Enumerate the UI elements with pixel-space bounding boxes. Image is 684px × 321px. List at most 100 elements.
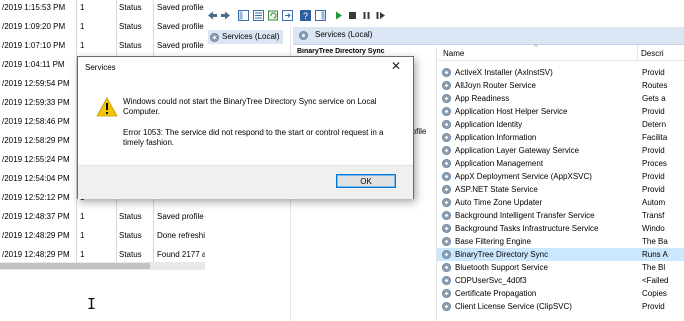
service-gear-icon [442, 146, 451, 155]
service-row[interactable]: Background Intelligent Transfer Service T… [437, 209, 684, 222]
horizontal-scrollbar[interactable] [0, 262, 205, 270]
service-row-selected[interactable]: BinaryTree Directory Sync Runs A [437, 248, 684, 261]
service-description: Routes [642, 81, 668, 90]
services-pane-header: Services (Local) [293, 27, 684, 45]
service-row[interactable]: Background Tasks Infrastructure Service W… [437, 222, 684, 235]
log-type: Status [119, 231, 142, 240]
dialog-error-detail: Error 1053: The service did not respond … [123, 128, 384, 147]
pane-title: Services (Local) [315, 30, 373, 39]
console-tree-icon[interactable] [238, 10, 249, 21]
log-time: /2019 1:09:20 PM [2, 22, 66, 31]
service-name: Client License Service (ClipSVC) [455, 302, 572, 311]
log-time: /2019 12:48:29 PM [2, 250, 70, 259]
tree-item-services-local[interactable]: Services (Local) [208, 30, 284, 44]
log-number: 1 [80, 231, 85, 240]
log-time: /2019 12:59:54 PM [2, 79, 70, 88]
service-row[interactable]: AllJoyn Router Service Routes [437, 79, 684, 92]
service-name: Application Host Helper Service [455, 107, 568, 116]
service-name: Base Filtering Engine [455, 237, 532, 246]
help-icon[interactable]: ? [300, 10, 311, 21]
service-gear-icon [442, 237, 451, 246]
service-description: Proces [642, 159, 667, 168]
service-name: Background Tasks Infrastructure Service [455, 224, 599, 233]
restart-icon[interactable] [375, 10, 386, 21]
service-gear-icon [442, 302, 451, 311]
log-row[interactable]: /2019 12:48:29 PM 1 Status Done refreshi [0, 228, 205, 246]
log-time: /2019 12:48:29 PM [2, 231, 70, 240]
service-row[interactable]: Certificate Propagation Copies [437, 287, 684, 300]
service-row[interactable]: Bluetooth Support Service The Bl [437, 261, 684, 274]
log-time: /2019 12:59:33 PM [2, 98, 70, 107]
service-row[interactable]: CDPUserSvc_4d0f3 <Failed [437, 274, 684, 287]
service-gear-icon [442, 276, 451, 285]
log-number: 1 [80, 22, 85, 31]
close-icon[interactable]: ✕ [387, 59, 405, 73]
service-name: AllJoyn Router Service [455, 81, 536, 90]
service-gear-icon [442, 250, 451, 259]
service-row[interactable]: AppX Deployment Service (AppXSVC) Provid [437, 170, 684, 183]
back-icon[interactable] [207, 10, 218, 21]
column-divider[interactable] [637, 45, 638, 60]
toolbar: ? [205, 5, 684, 27]
warning-icon [96, 97, 118, 117]
dialog-title: Services [85, 63, 116, 72]
service-gear-icon [442, 159, 451, 168]
service-name: Application Information [455, 133, 537, 142]
start-icon[interactable] [333, 10, 344, 21]
log-time: /2019 1:15:53 PM [2, 3, 66, 12]
service-gear-icon [442, 133, 451, 142]
service-description: Gets a [642, 94, 666, 103]
column-header-description[interactable]: Descri [641, 49, 664, 58]
service-name: CDPUserSvc_4d0f3 [455, 276, 527, 285]
service-row[interactable]: ASP.NET State Service Provid [437, 183, 684, 196]
log-number: 1 [80, 250, 85, 259]
service-row[interactable]: Auto Time Zone Updater Autom [437, 196, 684, 209]
column-header-name[interactable]: Name [443, 49, 464, 58]
service-description: Provid [642, 172, 665, 181]
stop-icon[interactable] [347, 10, 358, 21]
service-row[interactable]: Base Filtering Engine The Ba [437, 235, 684, 248]
service-name: ActiveX Installer (AxInstSV) [455, 68, 553, 77]
service-row[interactable]: Application Layer Gateway Service Provid [437, 144, 684, 157]
log-message: Saved profile [157, 22, 204, 31]
service-row[interactable]: Application Information Facilita [437, 131, 684, 144]
service-row[interactable]: Application Identity Detern [437, 118, 684, 131]
service-name: BinaryTree Directory Sync [455, 250, 549, 259]
service-row[interactable]: ActiveX Installer (AxInstSV) Provid [437, 66, 684, 79]
service-row[interactable]: Client License Service (ClipSVC) Provid [437, 300, 684, 313]
service-description: Provid [642, 302, 665, 311]
log-row[interactable]: /2019 1:09:20 PM 1 Status Saved profile [0, 19, 205, 37]
service-description: Runs A [642, 250, 668, 259]
pause-icon[interactable] [361, 10, 372, 21]
log-number: 1 [80, 3, 85, 12]
properties-icon[interactable] [253, 10, 264, 21]
service-gear-icon [442, 94, 451, 103]
log-number: 1 [80, 41, 85, 50]
ok-button[interactable]: OK [336, 174, 396, 188]
log-row[interactable]: /2019 1:07:10 PM 1 Status Saved profile [0, 38, 205, 56]
action-pane-icon[interactable] [315, 10, 326, 21]
service-row[interactable]: Application Management Proces [437, 157, 684, 170]
selected-service-title: BinaryTree Directory Sync [297, 48, 385, 55]
service-name: Application Layer Gateway Service [455, 146, 580, 155]
refresh-icon[interactable] [268, 10, 279, 21]
log-time: /2019 12:55:24 PM [2, 155, 70, 164]
log-row[interactable]: /2019 1:15:53 PM 1 Status Saved profile [0, 0, 205, 18]
log-type: Status [119, 212, 142, 221]
sort-ascending-icon: ^ [534, 43, 538, 52]
log-row[interactable]: /2019 12:48:37 PM 1 Status Saved profile [0, 209, 205, 227]
log-message: Saved profile [157, 41, 204, 50]
tree-item-label: Services (Local) [222, 32, 280, 41]
service-row[interactable]: App Readiness Gets a [437, 92, 684, 105]
scrollbar-thumb[interactable] [0, 263, 150, 269]
log-time: /2019 1:07:10 PM [2, 41, 66, 50]
error-dialog: Services ✕ Windows could not start the B… [77, 56, 414, 199]
service-name: App Readiness [455, 94, 510, 103]
service-gear-icon [442, 107, 451, 116]
text-cursor-icon: I [87, 295, 97, 313]
forward-icon[interactable] [220, 10, 231, 21]
export-icon[interactable] [282, 10, 293, 21]
dialog-message: Windows could not start the BinaryTree D… [123, 97, 377, 116]
service-row[interactable]: Application Host Helper Service Provid [437, 105, 684, 118]
log-message: Done refreshi [157, 231, 205, 240]
